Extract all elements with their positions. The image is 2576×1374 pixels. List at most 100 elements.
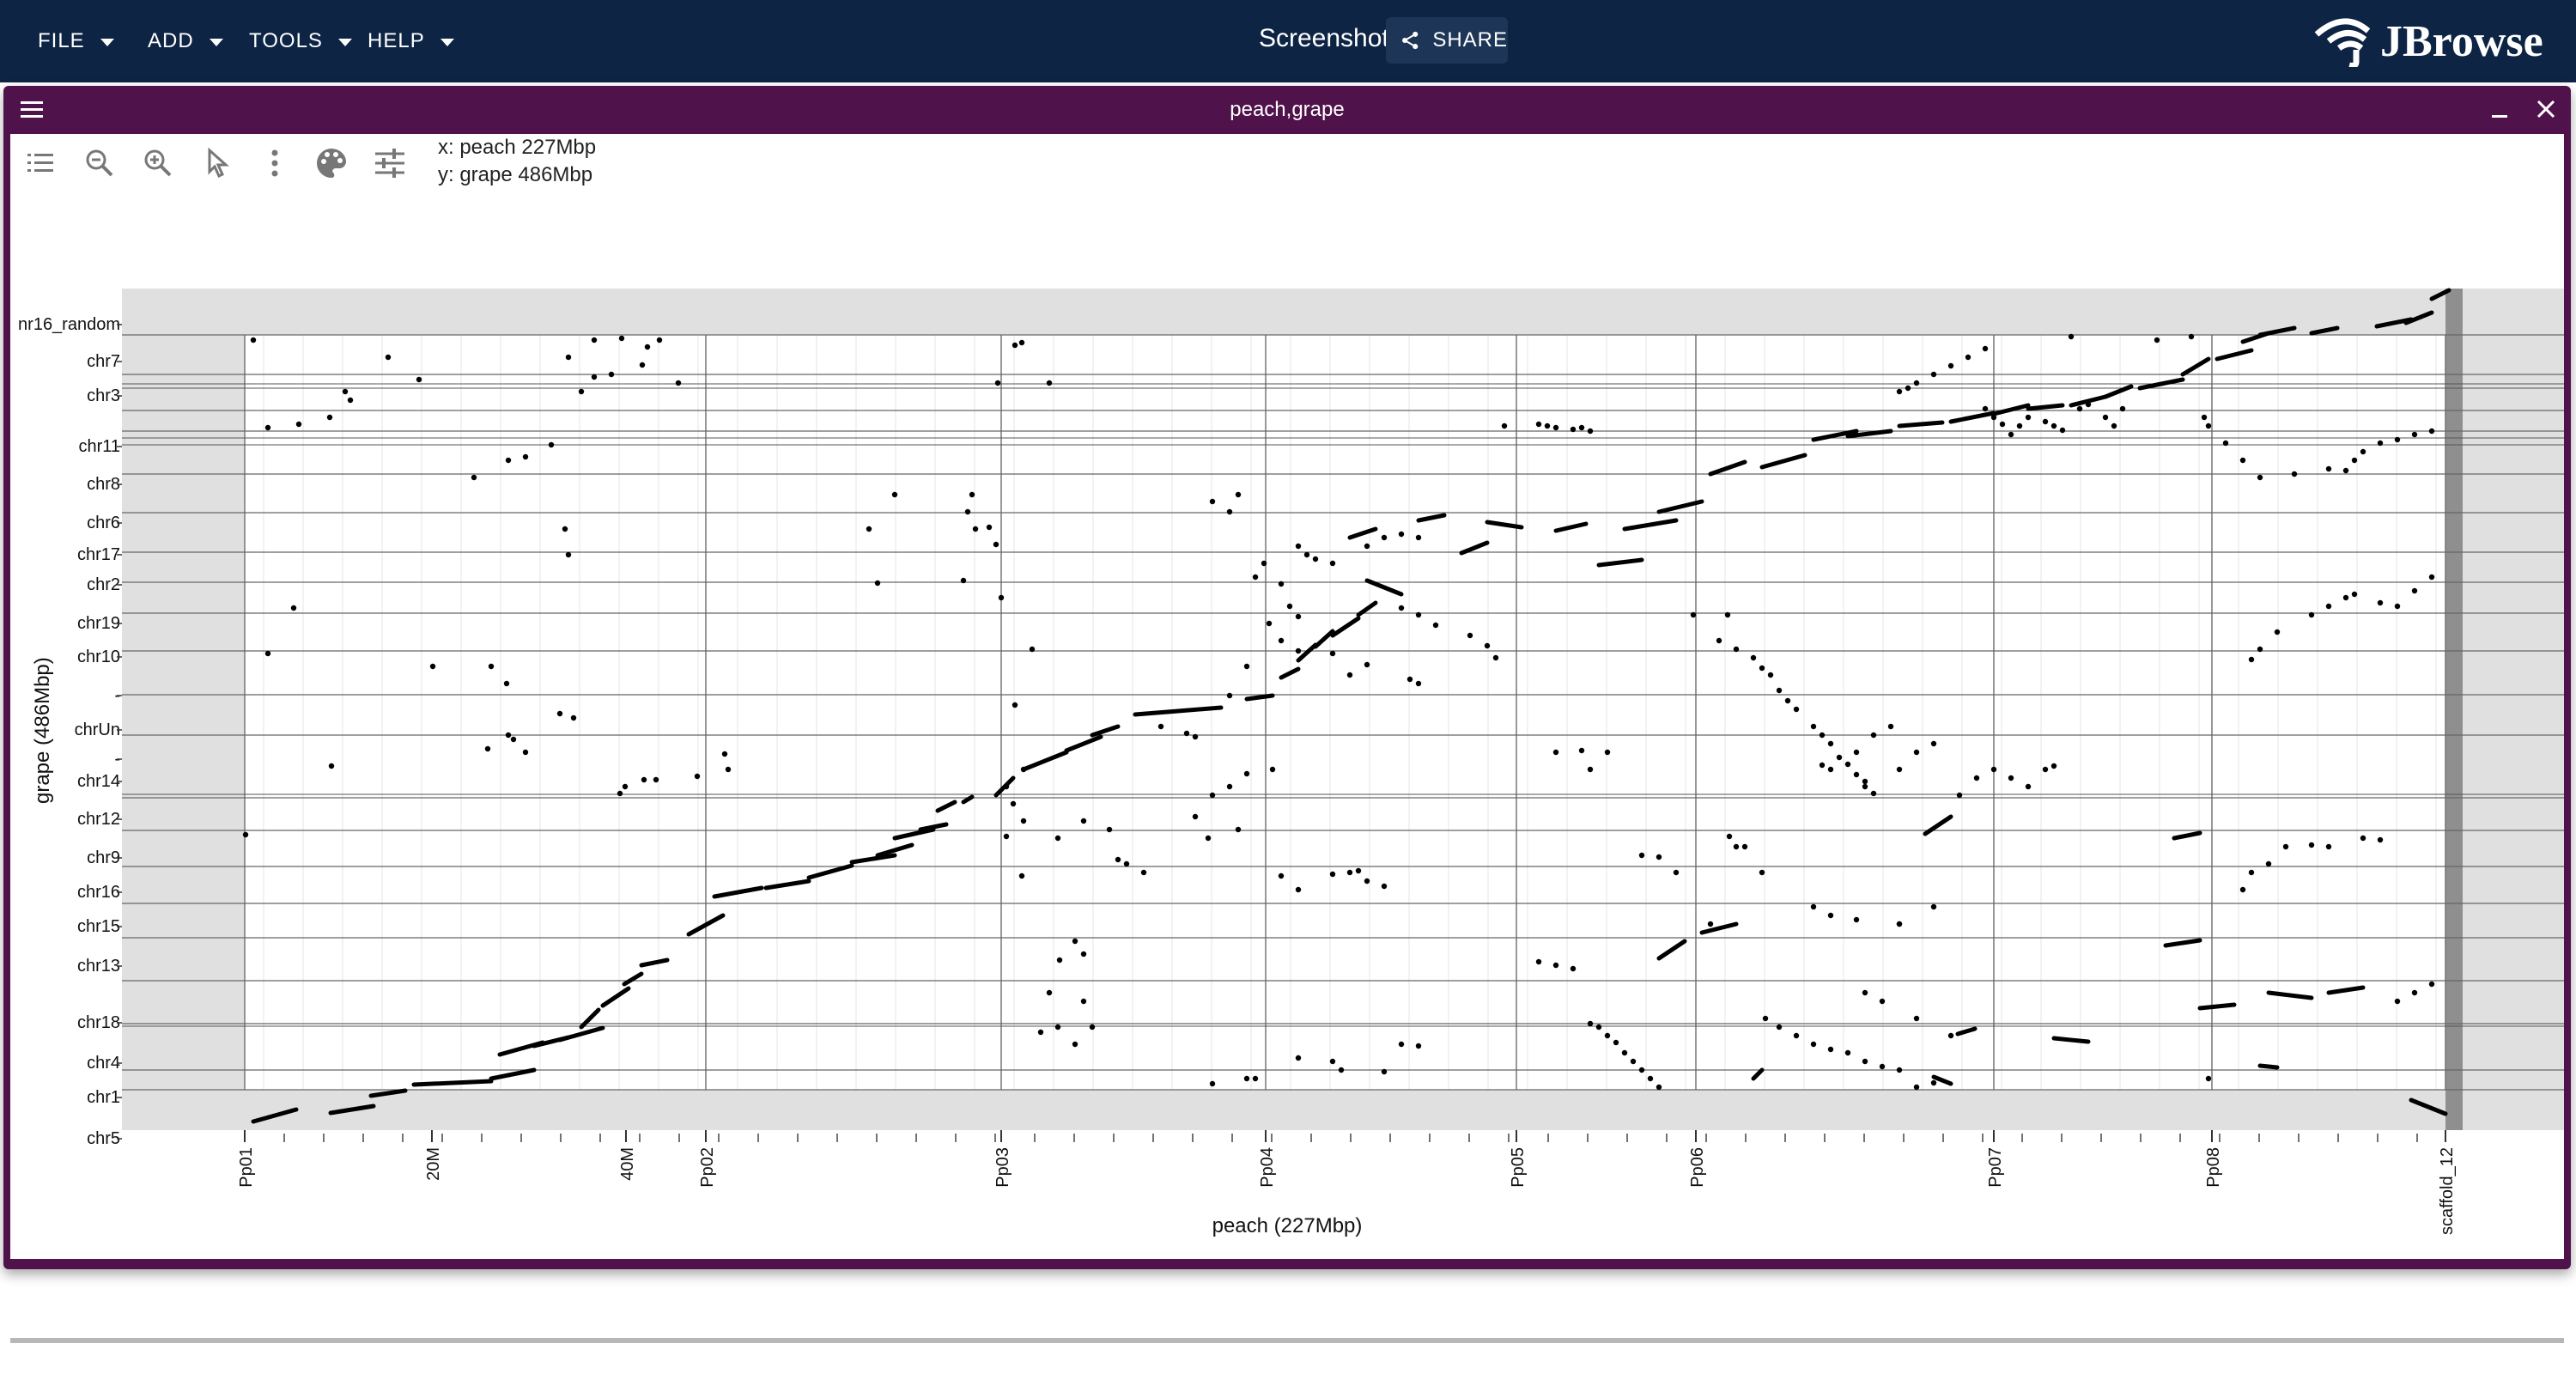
synteny-dot [2342, 594, 2349, 601]
synteny-dot [1192, 733, 1199, 740]
synteny-dot [505, 457, 512, 464]
synteny-dot [556, 710, 563, 717]
synteny-dot [548, 441, 555, 448]
synteny-dot [986, 524, 993, 531]
synteny-dot [2257, 474, 2263, 481]
add-menu[interactable]: ADD [148, 26, 223, 57]
synteny-dot [1329, 650, 1336, 657]
synteny-dot [2222, 440, 2229, 447]
synteny-dot [488, 663, 495, 670]
synteny-dot [1278, 581, 1285, 587]
chevron-down-icon [100, 39, 114, 46]
synteny-dot [2411, 431, 2418, 438]
synteny-dot [1913, 380, 1920, 386]
synteny-dot [721, 751, 728, 757]
synteny-dot [1724, 611, 1731, 618]
synteny-dot [1595, 1024, 1602, 1030]
synteny-dot [1192, 813, 1199, 820]
synteny-dot [2016, 423, 2023, 429]
synteny-dot [1896, 921, 1903, 927]
synteny-dot [2351, 591, 2358, 598]
synteny-dot [2308, 842, 2315, 848]
y-tick-label: chr13 [77, 957, 120, 976]
synteny-dot [1295, 543, 1302, 550]
synteny-dot [1415, 534, 1422, 541]
synteny-dot [1587, 428, 1594, 435]
synteny-dot [1810, 723, 1817, 730]
synteny-dot [2360, 448, 2366, 455]
synteny-dot [1020, 818, 1027, 824]
close-icon[interactable] [2533, 96, 2559, 122]
synteny-dot [2351, 457, 2358, 464]
synteny-dot [1930, 740, 1937, 747]
synteny-dot [1647, 1075, 1654, 1082]
synteny-dot [385, 354, 392, 361]
synteny-dot [2025, 783, 2032, 790]
view-resize-handle[interactable] [10, 1338, 2564, 1343]
y-tick-label: nr16_random [18, 315, 120, 334]
synteny-dot [1209, 1080, 1216, 1087]
synteny-dot [1913, 1084, 1920, 1091]
synteny-dot [1535, 421, 1542, 428]
synteny-dot [1398, 531, 1405, 538]
synteny-dot [1054, 835, 1061, 842]
synteny-dot [1286, 603, 1293, 610]
synteny-dot [1870, 732, 1877, 739]
synteny-dot [675, 380, 682, 386]
synteny-dot [1630, 1058, 1637, 1065]
synteny-dot [1853, 771, 1860, 778]
synteny-dot [2102, 414, 2109, 421]
synteny-dot [565, 551, 572, 558]
synteny-dot [1819, 762, 1826, 769]
view-body: x: peach 227Mbp y: grape 486Mbp Pp01 20M 4… [10, 134, 2564, 1259]
logo-icon [2314, 18, 2371, 67]
synteny-dot [1303, 551, 1310, 558]
synteny-dot [622, 783, 629, 790]
synteny-dot [250, 337, 257, 344]
help-menu[interactable]: HELP [368, 26, 454, 57]
synteny-dot [1415, 1043, 1422, 1049]
synteny-dot [2257, 646, 2263, 653]
synteny-dot [1295, 1055, 1302, 1061]
synteny-dot [1018, 339, 1025, 346]
synteny-dot [591, 374, 598, 380]
synteny-dot [1329, 1058, 1336, 1065]
tools-menu[interactable]: TOOLS [249, 26, 352, 57]
synteny-dot [522, 749, 529, 756]
session-name[interactable]: Screenshot [1259, 24, 1389, 53]
minimize-icon[interactable] [2487, 96, 2512, 122]
synteny-dot [1226, 692, 1233, 699]
chevron-down-icon [209, 39, 223, 46]
logo-text: JBrowse [2380, 16, 2543, 66]
synteny-dot [1836, 754, 1843, 761]
synteny-dot [1913, 749, 1920, 756]
synteny-dot [1029, 646, 1036, 653]
synteny-dot [1896, 388, 1903, 395]
chevron-down-icon [440, 39, 454, 46]
synteny-dot [1106, 826, 1113, 833]
synteny-dot [725, 766, 732, 773]
dotplot-view: peach,grape x: peach 227Mbp y: grape 486… [3, 86, 2571, 1343]
synteny-dot [1930, 371, 1937, 378]
synteny-dot [1930, 1079, 1937, 1086]
synteny-dot [993, 541, 999, 548]
share-label: SHARE [1432, 28, 1508, 52]
view-title: peach,grape [1230, 98, 1345, 121]
synteny-dot [1329, 560, 1336, 567]
synteny-dot [1089, 1024, 1096, 1030]
synteny-dot [1012, 342, 1018, 349]
synteny-dot [2342, 467, 2349, 474]
share-button[interactable]: SHARE [1386, 17, 1508, 64]
file-menu[interactable]: FILE [38, 26, 114, 57]
synteny-dot [1037, 1029, 1044, 1036]
synteny-dot [2428, 574, 2435, 581]
synteny-dot [1776, 687, 1783, 694]
synteny-dot [347, 397, 354, 404]
synteny-dot [1879, 998, 1886, 1005]
synteny-dot [1252, 574, 1259, 581]
synteny-dot [1346, 672, 1353, 678]
y-tick-label: chr6 [87, 514, 120, 532]
x-tick-label: Pp06 [1688, 1147, 1707, 1188]
dotplot-canvas[interactable]: Pp01 20M 40M Pp02 Pp03 Pp04 Pp05 Pp06 Pp07 Pp08 sc… [10, 134, 2564, 1250]
synteny-dot [264, 650, 271, 657]
